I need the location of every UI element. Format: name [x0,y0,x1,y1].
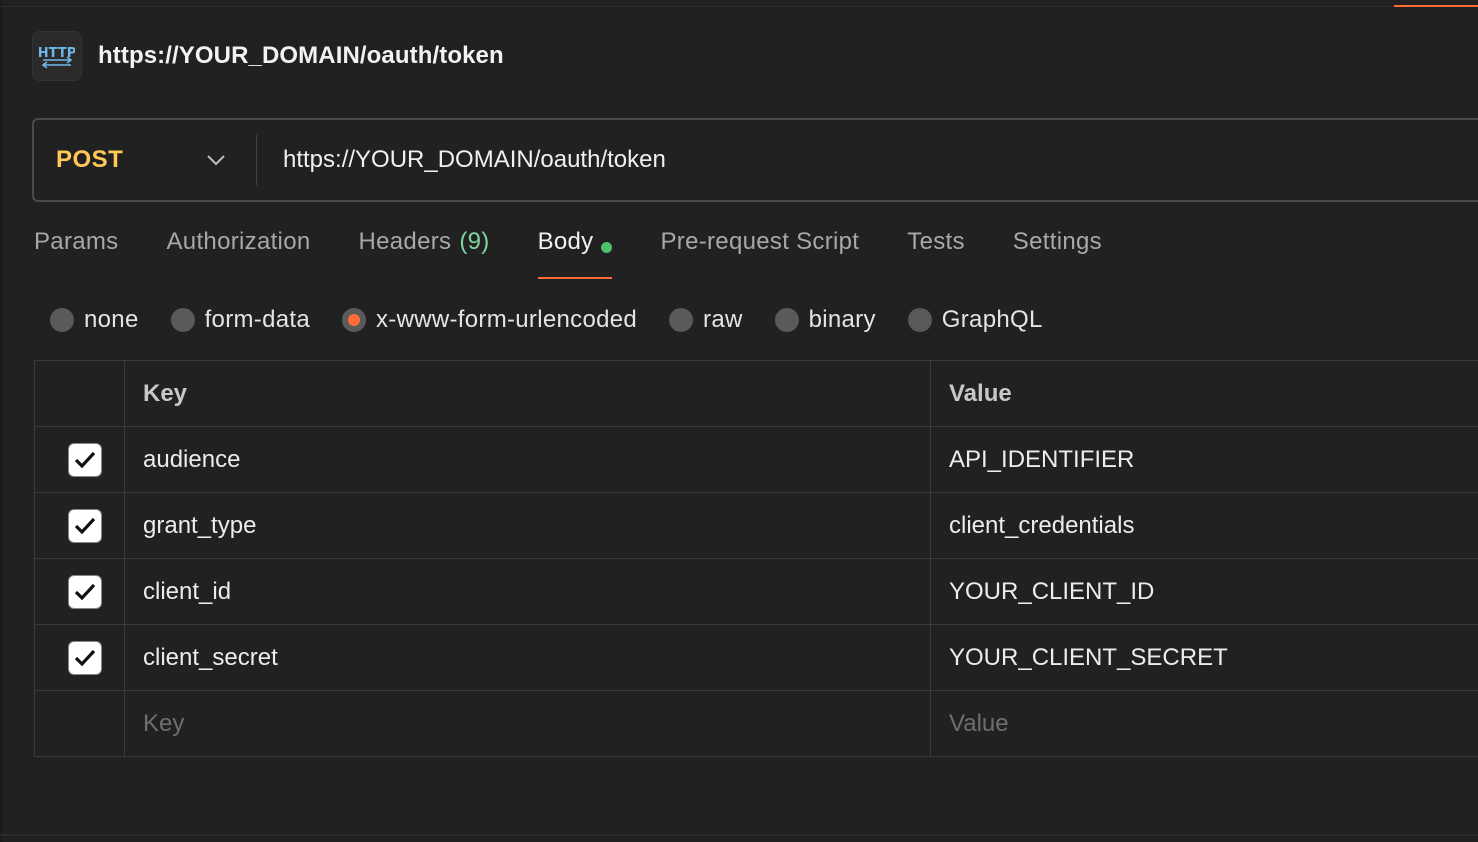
row-enabled-checkbox[interactable] [67,508,102,543]
tab-label: Pre-request Script [660,228,860,255]
new-row: Key Value [34,690,1478,757]
tab-label: Headers [358,228,452,255]
http-icon: HTTP [32,31,82,81]
check-header [34,360,125,427]
check-icon [74,583,95,600]
key-value-table: Key Value audience API_IDENTIFIER grant_… [34,360,1478,757]
radio-label: GraphQL [941,306,1043,333]
check-icon [74,517,95,534]
tab-label: Params [34,228,119,255]
tab-label: Settings [1012,228,1102,255]
url-bar: POST [32,118,1478,202]
tab-body[interactable]: Body [537,228,613,279]
row-value[interactable]: YOUR_CLIENT_SECRET [930,624,1478,691]
body-type-urlencoded[interactable]: x-www-form-urlencoded [342,306,637,334]
radio-button[interactable] [907,308,932,332]
tab-label: Tests [907,228,965,255]
request-title[interactable]: https://YOUR_DOMAIN/oauth/token [98,42,504,70]
active-request-tab-indicator [1394,5,1478,7]
check-icon [74,649,95,666]
row-check-cell [34,492,125,559]
table-row: audience API_IDENTIFIER [34,426,1478,493]
body-type-selector: none form-data x-www-form-urlencoded raw… [50,300,1075,340]
row-key[interactable]: client_secret [124,624,931,691]
radio-button[interactable] [50,308,74,332]
tab-params[interactable]: Params [34,228,119,268]
request-header: HTTP https://YOUR_DOMAIN/oauth/token [32,30,504,82]
tab-tests[interactable]: Tests [907,228,965,268]
bottom-divider [0,834,1478,836]
row-key[interactable]: audience [124,426,931,493]
row-check-cell [34,558,125,625]
top-divider [0,6,1478,7]
new-key-input[interactable]: Key [124,690,931,757]
radio-button[interactable] [669,308,694,332]
value-column-header: Value [930,360,1478,427]
method-dropdown[interactable]: POST [34,120,256,200]
radio-button-selected[interactable] [342,308,366,332]
row-value[interactable]: API_IDENTIFIER [930,426,1478,493]
row-check-cell [34,690,125,757]
body-type-binary[interactable]: binary [774,306,876,334]
row-value[interactable]: client_credentials [930,492,1478,559]
table-row: grant_type client_credentials [34,492,1478,559]
tab-label: Body [537,228,594,255]
request-tabs: Params Authorization Headers (9) Body Pre… [34,228,1150,282]
method-label: POST [56,146,124,173]
table-row: client_secret YOUR_CLIENT_SECRET [34,624,1478,691]
radio-button[interactable] [170,308,195,332]
table-header-row: Key Value [34,360,1478,427]
radio-button[interactable] [774,308,799,332]
row-enabled-checkbox[interactable] [67,574,102,609]
row-check-cell [34,624,125,691]
check-icon [74,451,95,468]
table-row: client_id YOUR_CLIENT_ID [34,558,1478,625]
radio-selected-dot [348,314,360,326]
url-input[interactable] [257,119,1478,201]
row-enabled-checkbox[interactable] [67,640,102,675]
row-value[interactable]: YOUR_CLIENT_ID [930,558,1478,625]
tab-headers[interactable]: Headers (9) [359,228,490,268]
tab-authorization[interactable]: Authorization [167,228,311,268]
row-enabled-checkbox[interactable] [67,442,102,477]
radio-label: raw [703,306,743,333]
body-type-form-data[interactable]: form-data [170,306,310,334]
radio-label: x-www-form-urlencoded [376,306,638,333]
body-type-raw[interactable]: raw [669,306,743,334]
tab-settings[interactable]: Settings [1013,228,1102,268]
tab-label: Authorization [166,228,311,255]
body-modified-dot [601,242,613,253]
radio-label: form-data [204,306,310,333]
radio-label: none [84,306,139,333]
tab-pre-request-script[interactable]: Pre-request Script [660,228,859,268]
row-key[interactable]: client_id [124,558,931,625]
chevron-down-icon [206,154,226,166]
row-check-cell [34,426,125,493]
window-edge [0,0,2,842]
radio-label: binary [808,306,876,333]
body-type-none[interactable]: none [50,306,139,334]
headers-count-badge: (9) [459,228,490,255]
body-type-graphql[interactable]: GraphQL [907,306,1043,334]
key-column-header: Key [124,360,931,427]
row-key[interactable]: grant_type [124,492,931,559]
new-value-input[interactable]: Value [930,690,1478,757]
